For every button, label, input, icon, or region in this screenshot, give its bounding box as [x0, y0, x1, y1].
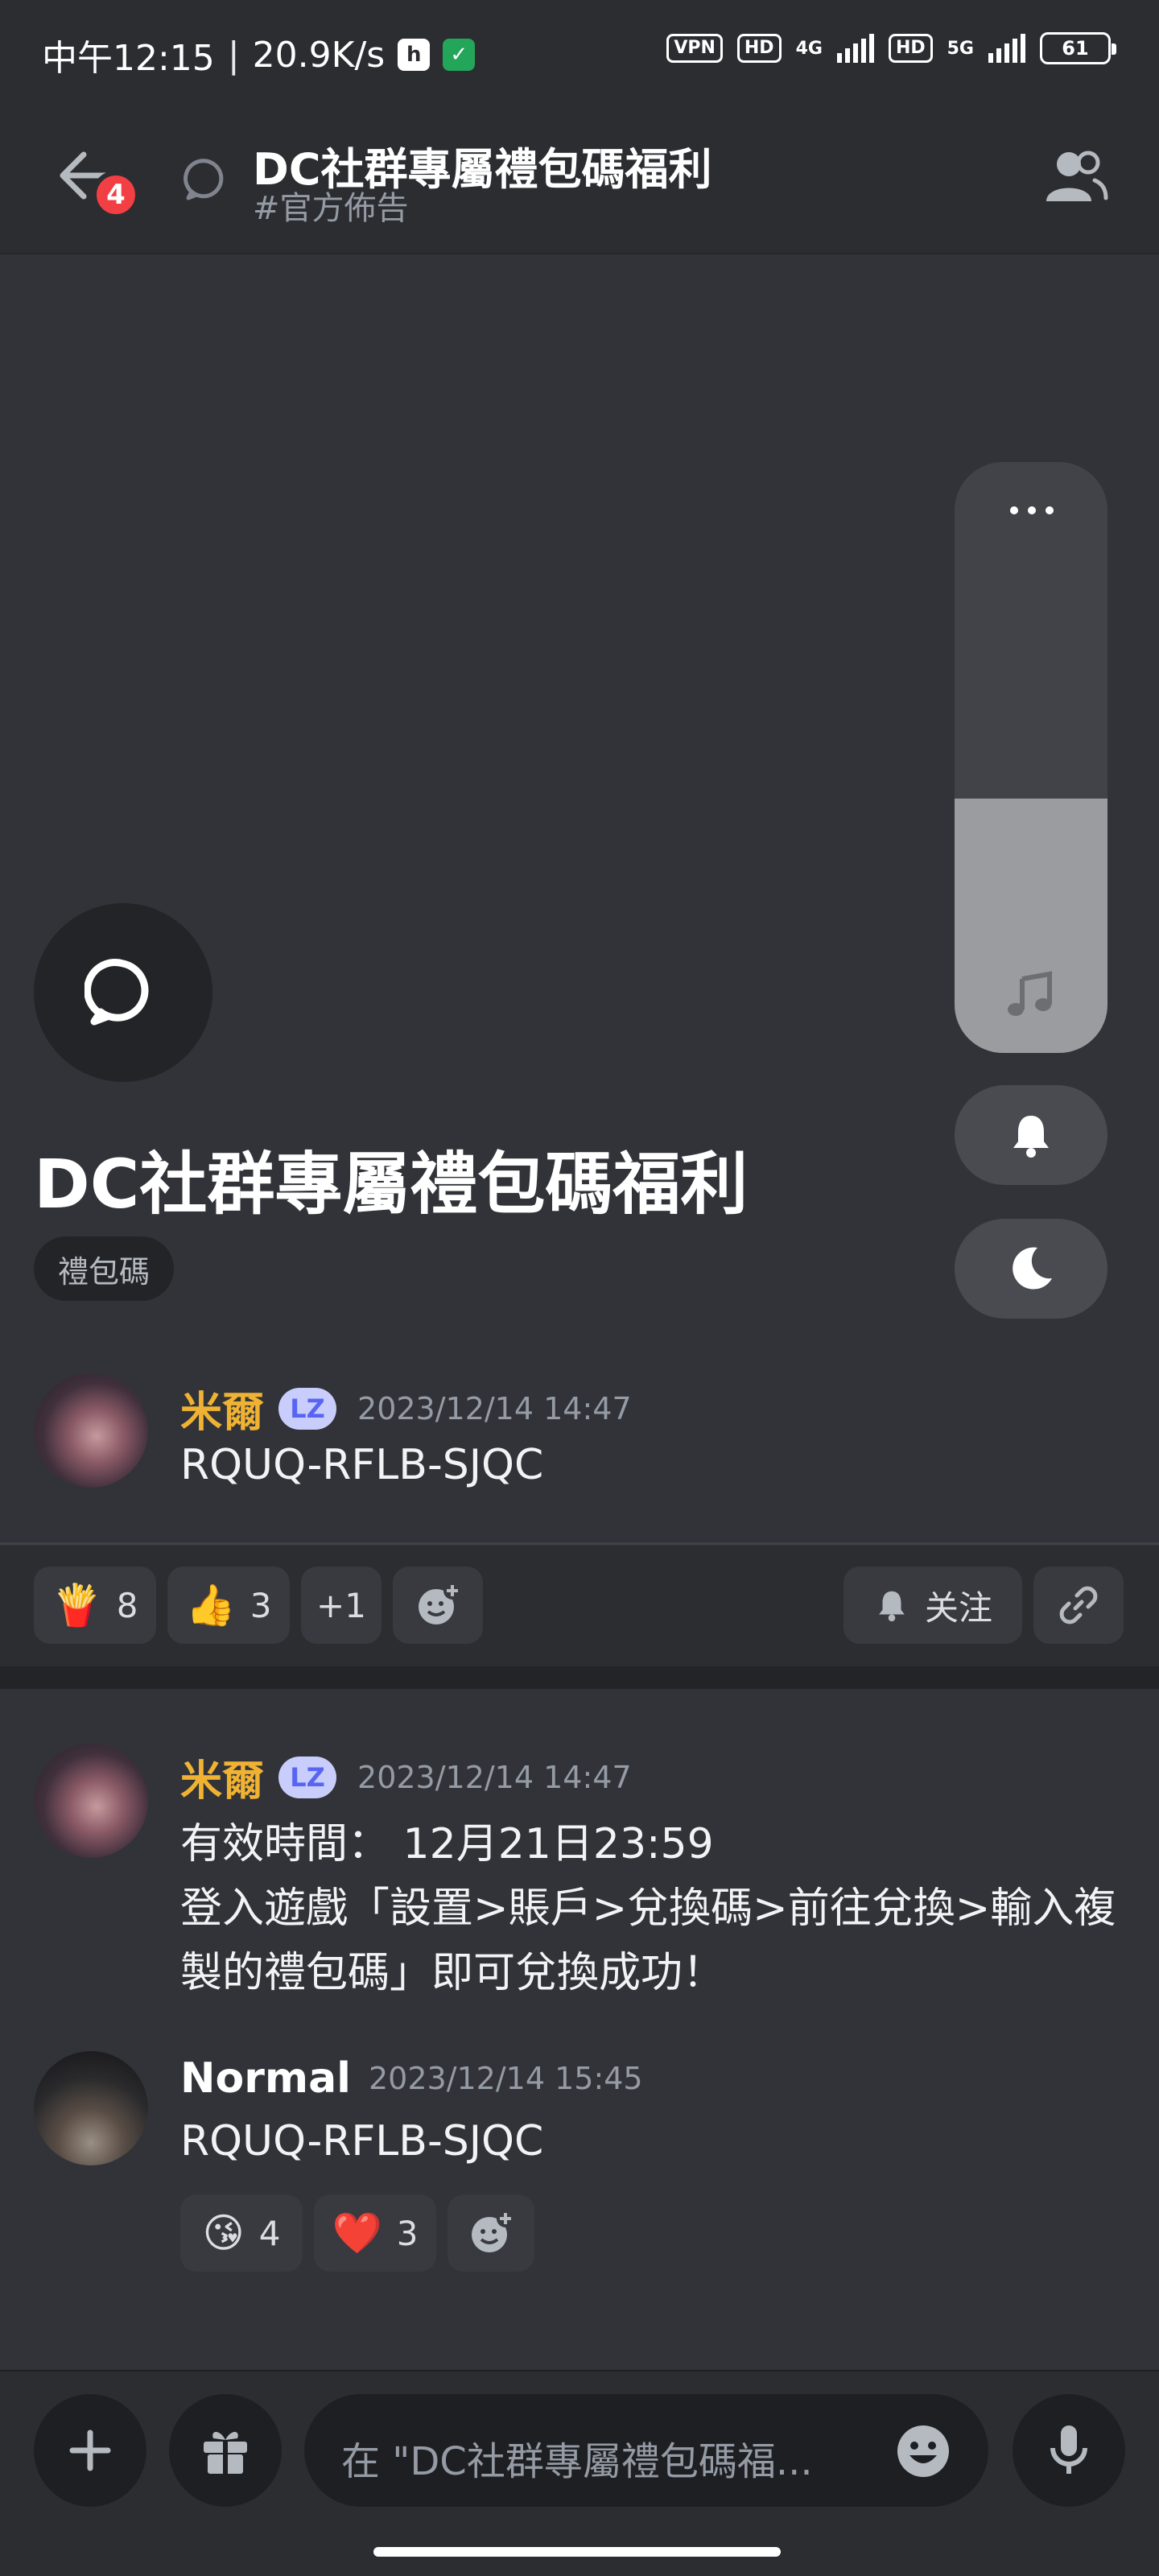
network-speed: 20.9K/s	[252, 34, 386, 76]
battery-level: 61	[1062, 37, 1089, 60]
network-type-2: 5G	[947, 38, 974, 59]
shield-icon: ✓	[443, 39, 476, 71]
post-thread-icon	[34, 903, 212, 1082]
ring-mode-button[interactable]	[955, 1085, 1107, 1185]
avatar[interactable]	[34, 1744, 148, 1858]
avatar[interactable]	[34, 1373, 148, 1488]
home-indicator[interactable]	[373, 2547, 781, 2557]
reaction-chip[interactable]: 😘 4	[180, 2194, 303, 2272]
gift-button[interactable]	[169, 2394, 282, 2507]
follow-button[interactable]: 关注	[843, 1567, 1022, 1644]
reaction-count: 8	[116, 1585, 138, 1625]
message-text: RQUQ-RFLB-SJQC	[180, 2117, 544, 2165]
timestamp: 2023/12/14 15:45	[369, 2061, 643, 2096]
network-type: 4G	[795, 38, 823, 59]
reaction-chip[interactable]: 👍 3	[167, 1567, 290, 1644]
gift-icon	[204, 2432, 247, 2474]
fries-icon: 🍟	[52, 1581, 102, 1629]
volume-slider[interactable]	[955, 462, 1107, 1053]
message-header: Normal 2023/12/14 15:45	[180, 2054, 643, 2103]
signal-icon	[836, 34, 874, 63]
message-input-placeholder: 在 "DC社群專屬禮包碼福...	[341, 2439, 813, 2484]
status-left: 中午12:15 | 20.9K/s h ✓	[42, 29, 476, 80]
heart-icon: ❤️	[332, 2209, 382, 2256]
divider	[0, 1542, 1159, 1545]
vpn-icon: VPN	[666, 34, 723, 63]
reaction-count: 3	[250, 1585, 272, 1625]
more-reactions-label: +1	[316, 1585, 366, 1625]
plus-icon	[69, 2429, 111, 2471]
message-text: 登入遊戲「設置>賬戶>兌換碼>前往兌換>輸入複	[180, 1885, 1116, 1933]
hd-icon: HD	[736, 34, 782, 63]
thumbs-up-icon: 👍	[185, 1581, 236, 1629]
members-icon[interactable]	[1038, 145, 1111, 209]
music-note-icon	[1008, 971, 1052, 1016]
message-text: 有效時間： 12月21日23:59	[180, 1820, 714, 1868]
chat-bubble-icon	[85, 959, 149, 1026]
timestamp: 2023/12/14 14:47	[357, 1759, 632, 1795]
clock: 中午12:15	[42, 38, 215, 79]
status-right: VPN HD 4G HD 5G 61	[666, 32, 1116, 64]
reaction-chip[interactable]: ❤️ 3	[314, 2194, 436, 2272]
avatar[interactable]	[34, 2051, 148, 2165]
app-notification-icon: h	[398, 39, 431, 71]
add-reaction-icon	[472, 2210, 514, 2252]
message-text: 製的禮包碼」即可兌換成功！	[180, 1949, 725, 1997]
add-reaction-icon	[419, 1582, 461, 1624]
emoji-icon[interactable]	[895, 2423, 951, 2479]
section-separator	[0, 1666, 1159, 1689]
moon-icon	[1013, 1247, 1052, 1290]
microphone-icon	[1050, 2425, 1087, 2474]
author-name[interactable]: 米爾	[180, 1378, 264, 1439]
thread-icon	[184, 159, 224, 200]
kiss-icon: 😘	[202, 2210, 245, 2256]
more-icon[interactable]	[1006, 502, 1058, 518]
link-icon	[1059, 1586, 1098, 1624]
message-input[interactable]: 在 "DC社群專屬禮包碼福...	[304, 2394, 988, 2507]
message-header: 米爾 LZ 2023/12/14 14:47	[180, 1378, 632, 1439]
author-name[interactable]: 米爾	[180, 1747, 264, 1807]
attach-button[interactable]	[34, 2394, 146, 2507]
copy-link-button[interactable]	[1033, 1567, 1124, 1644]
author-name[interactable]: Normal	[180, 2054, 351, 2103]
follow-label: 关注	[924, 1587, 992, 1628]
bell-icon	[879, 1591, 905, 1622]
do-not-disturb-button[interactable]	[955, 1219, 1107, 1319]
unread-badge: 4	[92, 171, 140, 219]
role-badge: LZ	[278, 1756, 337, 1798]
hd-icon-2: HD	[888, 34, 933, 63]
battery-icon: 61	[1040, 32, 1116, 64]
timestamp: 2023/12/14 14:47	[357, 1390, 632, 1426]
signal-icon-2	[988, 34, 1025, 63]
bell-icon	[1013, 1116, 1049, 1158]
more-reactions-chip[interactable]: +1	[301, 1567, 382, 1644]
add-reaction-button[interactable]	[448, 2194, 534, 2272]
add-reaction-button[interactable]	[393, 1567, 483, 1644]
header-channel[interactable]: #官方佈告	[253, 182, 409, 229]
message-text: RQUQ-RFLB-SJQC	[180, 1441, 544, 1489]
role-badge: LZ	[278, 1387, 337, 1430]
message-header: 米爾 LZ 2023/12/14 14:47	[180, 1747, 632, 1807]
post-title: DC社群專屬禮包碼福利	[34, 1145, 749, 1224]
reaction-count: 3	[396, 2213, 419, 2253]
reaction-count: 4	[258, 2213, 281, 2253]
voice-message-button[interactable]	[1013, 2394, 1125, 2507]
reaction-chip[interactable]: 🍟 8	[34, 1567, 156, 1644]
post-tag[interactable]: 禮包碼	[34, 1236, 175, 1301]
